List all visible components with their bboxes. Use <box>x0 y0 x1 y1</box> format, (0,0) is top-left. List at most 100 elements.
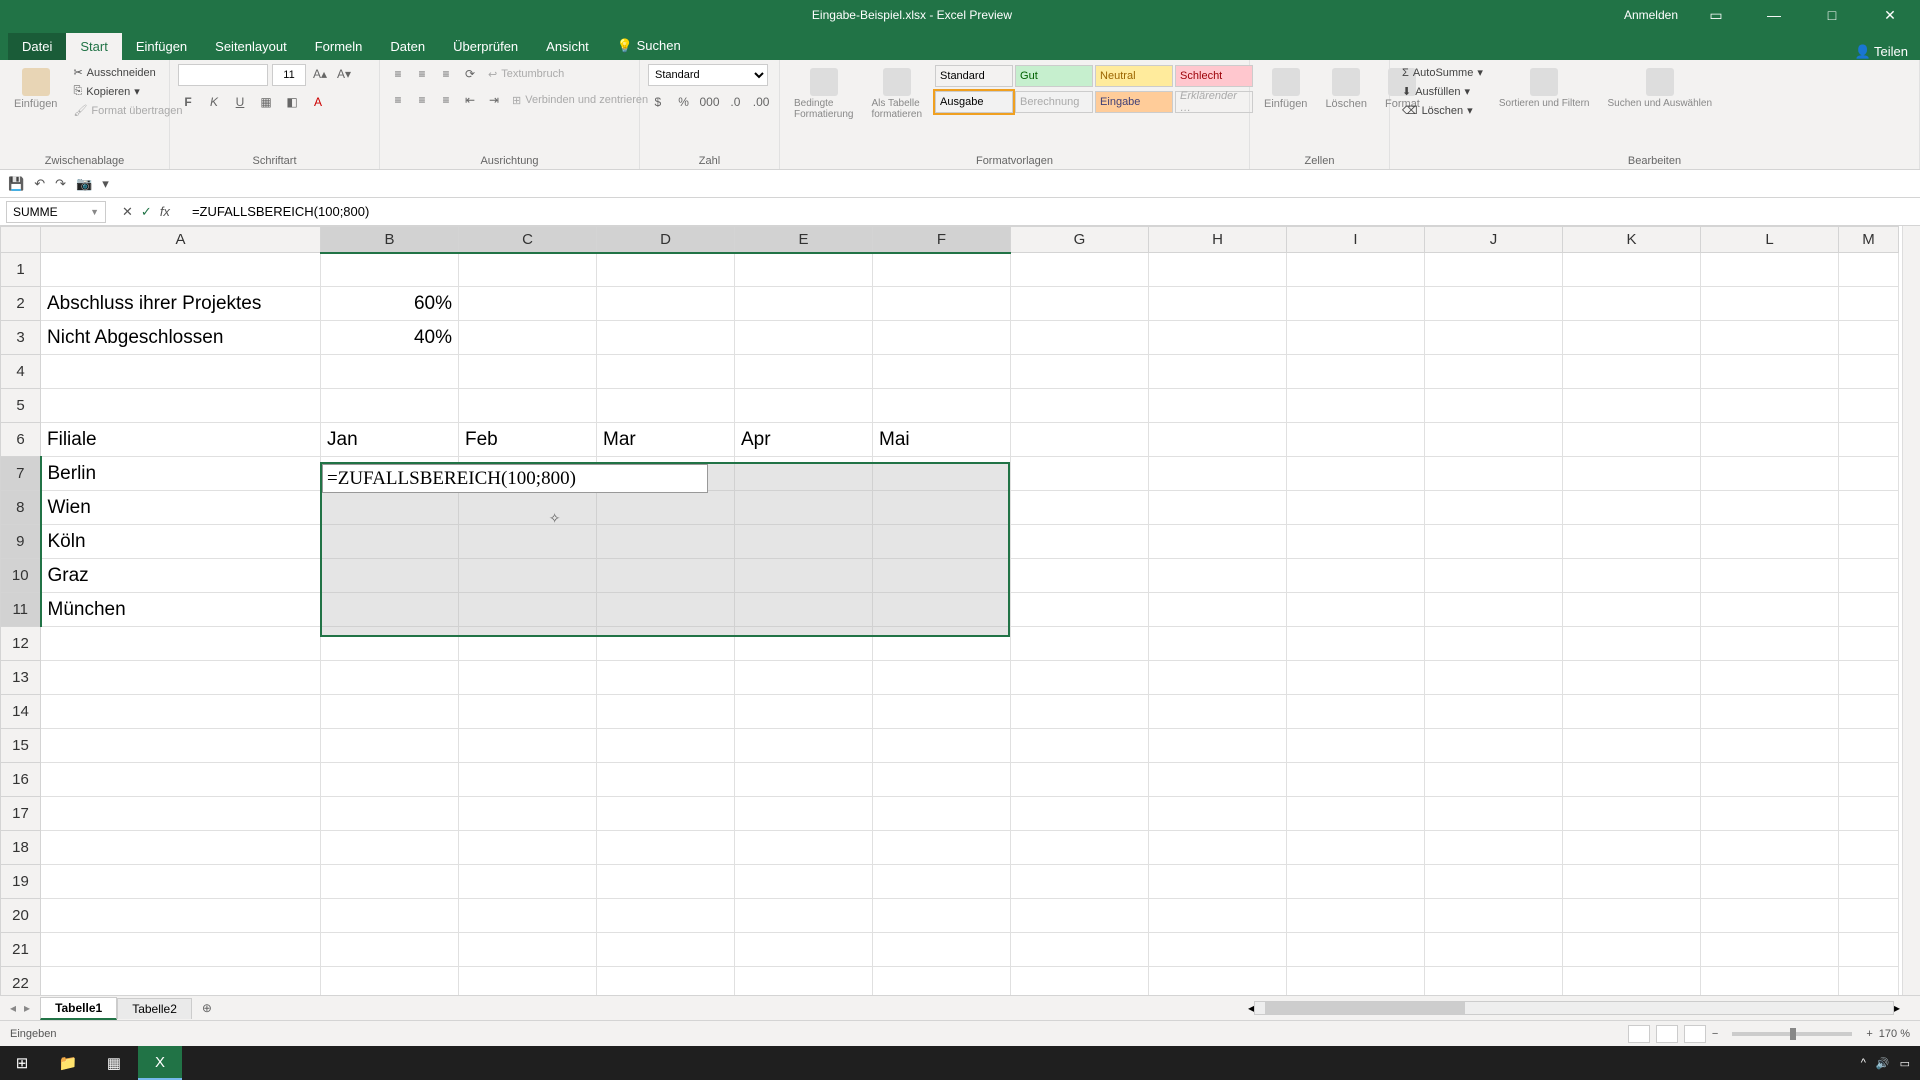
cell-G8[interactable] <box>1011 491 1149 525</box>
cell-D20[interactable] <box>597 899 735 933</box>
cell-F8[interactable] <box>873 491 1011 525</box>
row-header-7[interactable]: 7 <box>1 457 41 491</box>
cell-A4[interactable] <box>41 355 321 389</box>
view-pagelayout-button[interactable] <box>1656 1025 1678 1043</box>
cell-C11[interactable] <box>459 593 597 627</box>
cell-C3[interactable] <box>459 321 597 355</box>
merge-button[interactable]: ⊞ Verbinden und zentrieren <box>508 90 652 110</box>
share-button[interactable]: 👤 Teilen <box>1854 44 1908 60</box>
row-header-4[interactable]: 4 <box>1 355 41 389</box>
tab-formeln[interactable]: Formeln <box>301 33 377 60</box>
format-as-table-button[interactable]: Als Tabelle formatieren <box>865 64 928 124</box>
cell-A12[interactable] <box>41 627 321 661</box>
add-sheet-button[interactable]: ⊕ <box>192 1001 222 1015</box>
cell-A20[interactable] <box>41 899 321 933</box>
cell-G20[interactable] <box>1011 899 1149 933</box>
cell-G2[interactable] <box>1011 287 1149 321</box>
cell-J13[interactable] <box>1425 661 1563 695</box>
fill-button[interactable]: ⬇ Ausfüllen ▾ <box>1398 83 1487 100</box>
cell-G1[interactable] <box>1011 253 1149 287</box>
cell-H20[interactable] <box>1149 899 1287 933</box>
autosum-button[interactable]: Σ AutoSumme ▾ <box>1398 64 1487 81</box>
maximize-button[interactable]: □ <box>1812 7 1852 23</box>
cell-E11[interactable] <box>735 593 873 627</box>
row-header-10[interactable]: 10 <box>1 559 41 593</box>
cell-E12[interactable] <box>735 627 873 661</box>
cell-D3[interactable] <box>597 321 735 355</box>
row-header-11[interactable]: 11 <box>1 593 41 627</box>
cell-J6[interactable] <box>1425 423 1563 457</box>
border-button[interactable]: ▦ <box>256 92 276 112</box>
cell-K6[interactable] <box>1563 423 1701 457</box>
cut-button[interactable]: ✂ Ausschneiden <box>69 64 186 81</box>
cell-E3[interactable] <box>735 321 873 355</box>
cell-E13[interactable] <box>735 661 873 695</box>
cell-M5[interactable] <box>1839 389 1899 423</box>
cell-F14[interactable] <box>873 695 1011 729</box>
col-header-J[interactable]: J <box>1425 227 1563 253</box>
undo-icon[interactable]: ↶ <box>34 176 45 192</box>
cell-M3[interactable] <box>1839 321 1899 355</box>
cell-I13[interactable] <box>1287 661 1425 695</box>
row-header-13[interactable]: 13 <box>1 661 41 695</box>
cell-A14[interactable] <box>41 695 321 729</box>
tray-up-icon[interactable]: ^ <box>1861 1057 1866 1069</box>
cell-H22[interactable] <box>1149 967 1287 996</box>
tab-ueberpruefen[interactable]: Überprüfen <box>439 33 532 60</box>
cell-B18[interactable] <box>321 831 459 865</box>
cell-L5[interactable] <box>1701 389 1839 423</box>
cell-F4[interactable] <box>873 355 1011 389</box>
cell-editor[interactable]: =ZUFALLSBEREICH(100;800) <box>322 464 708 493</box>
increase-font-icon[interactable]: A▴ <box>310 64 330 84</box>
cell-M16[interactable] <box>1839 763 1899 797</box>
cell-I5[interactable] <box>1287 389 1425 423</box>
clear-button[interactable]: ⌫ Löschen ▾ <box>1398 102 1487 119</box>
cell-D22[interactable] <box>597 967 735 996</box>
cell-G12[interactable] <box>1011 627 1149 661</box>
cell-G15[interactable] <box>1011 729 1149 763</box>
col-header-H[interactable]: H <box>1149 227 1287 253</box>
cell-K17[interactable] <box>1563 797 1701 831</box>
cell-F20[interactable] <box>873 899 1011 933</box>
cell-K12[interactable] <box>1563 627 1701 661</box>
cell-K16[interactable] <box>1563 763 1701 797</box>
cell-H19[interactable] <box>1149 865 1287 899</box>
cell-G21[interactable] <box>1011 933 1149 967</box>
cell-D8[interactable] <box>597 491 735 525</box>
align-bottom-icon[interactable]: ≡ <box>436 64 456 84</box>
cell-C6[interactable]: Feb <box>459 423 597 457</box>
cell-F7[interactable] <box>873 457 1011 491</box>
cell-L14[interactable] <box>1701 695 1839 729</box>
fill-color-button[interactable]: ◧ <box>282 92 302 112</box>
cell-C12[interactable] <box>459 627 597 661</box>
cell-E15[interactable] <box>735 729 873 763</box>
cell-F21[interactable] <box>873 933 1011 967</box>
cell-I9[interactable] <box>1287 525 1425 559</box>
cell-J7[interactable] <box>1425 457 1563 491</box>
style-schlecht[interactable]: Schlecht <box>1175 65 1253 87</box>
zoom-out-button[interactable]: − <box>1712 1028 1718 1040</box>
cell-B15[interactable] <box>321 729 459 763</box>
cell-D6[interactable]: Mar <box>597 423 735 457</box>
row-header-19[interactable]: 19 <box>1 865 41 899</box>
cell-F15[interactable] <box>873 729 1011 763</box>
cell-C14[interactable] <box>459 695 597 729</box>
cell-K5[interactable] <box>1563 389 1701 423</box>
cell-M20[interactable] <box>1839 899 1899 933</box>
cancel-formula-icon[interactable]: ✕ <box>122 204 133 220</box>
cell-I19[interactable] <box>1287 865 1425 899</box>
cell-K7[interactable] <box>1563 457 1701 491</box>
cell-H15[interactable] <box>1149 729 1287 763</box>
cell-F6[interactable]: Mai <box>873 423 1011 457</box>
sheet-nav-last-icon[interactable]: ▸ <box>24 1001 30 1015</box>
cell-D13[interactable] <box>597 661 735 695</box>
cell-G5[interactable] <box>1011 389 1149 423</box>
cell-D1[interactable] <box>597 253 735 287</box>
cell-G6[interactable] <box>1011 423 1149 457</box>
cell-K13[interactable] <box>1563 661 1701 695</box>
cell-F1[interactable] <box>873 253 1011 287</box>
formula-input[interactable]: =ZUFALLSBEREICH(100;800) <box>186 202 1920 221</box>
cell-L19[interactable] <box>1701 865 1839 899</box>
cell-G16[interactable] <box>1011 763 1149 797</box>
comma-icon[interactable]: 000 <box>700 92 720 112</box>
